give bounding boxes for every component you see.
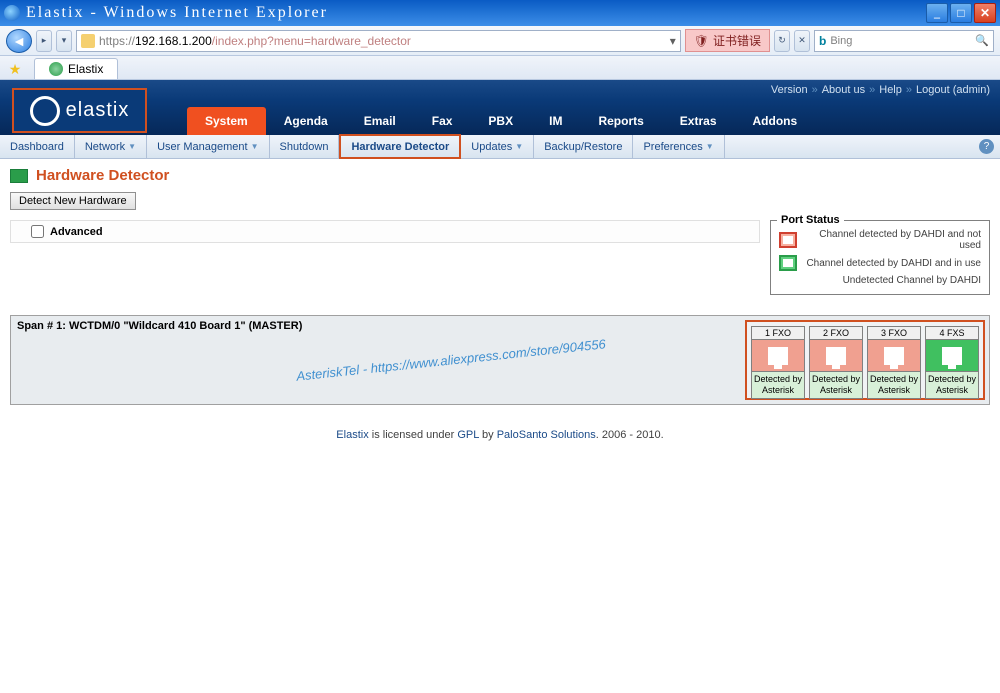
port-status-text: Detected by Asterisk: [925, 372, 979, 399]
port-label: 1 FXO: [751, 326, 805, 340]
window-titlebar: Elastix - Windows Internet Explorer _ □ …: [0, 0, 1000, 26]
chevron-down-icon: ▼: [706, 142, 714, 151]
port-status-row: Undetected Channel by DAHDI: [779, 275, 981, 286]
port-jack-icon: [809, 340, 863, 372]
link-about[interactable]: About us: [822, 84, 865, 96]
refresh-button[interactable]: ↻: [774, 30, 790, 52]
ports-box: 1 FXODetected by Asterisk2 FXODetected b…: [745, 320, 985, 400]
footer: Elastix is licensed under GPL by PaloSan…: [10, 429, 990, 441]
port-label: 3 FXO: [867, 326, 921, 340]
history-dropdown[interactable]: ▾: [56, 30, 72, 52]
app-header: elastix SystemAgendaEmailFaxPBXIMReports…: [0, 100, 1000, 135]
menu-item-reports[interactable]: Reports: [580, 107, 661, 135]
span-panel: Span # 1: WCTDM/0 "Wildcard 410 Board 1"…: [10, 315, 990, 405]
submenu-item-backup-restore[interactable]: Backup/Restore: [534, 135, 633, 158]
menu-item-extras[interactable]: Extras: [662, 107, 735, 135]
search-box[interactable]: b Bing 🔍: [814, 30, 994, 52]
menu-item-email[interactable]: Email: [346, 107, 414, 135]
port-card: 4 FXSDetected by Asterisk: [925, 326, 979, 394]
chevron-down-icon: ▼: [251, 142, 259, 151]
port-status-title: Port Status: [777, 214, 844, 226]
footer-gpl-link[interactable]: GPL: [457, 429, 479, 441]
search-icon[interactable]: 🔍: [975, 34, 989, 47]
port-status-text: Detected by Asterisk: [751, 372, 805, 399]
search-provider: Bing: [830, 35, 852, 47]
port-label: 2 FXO: [809, 326, 863, 340]
port-jack-icon: [867, 340, 921, 372]
lock-icon: [81, 34, 95, 48]
submenu-item-dashboard[interactable]: Dashboard: [0, 135, 75, 158]
submenu-item-hardware-detector[interactable]: Hardware Detector: [339, 134, 461, 159]
stop-button[interactable]: ✕: [794, 30, 810, 52]
menu-item-fax[interactable]: Fax: [414, 107, 471, 135]
menu-item-addons[interactable]: Addons: [735, 107, 816, 135]
port-card: 3 FXODetected by Asterisk: [867, 326, 921, 394]
port-status-row: Channel detected by DAHDI and in use: [779, 255, 981, 271]
footer-palosanto-link[interactable]: PaloSanto Solutions: [497, 429, 596, 441]
page-title: Hardware Detector: [36, 167, 169, 184]
help-icon[interactable]: ?: [979, 139, 994, 154]
detect-hardware-button[interactable]: Detect New Hardware: [10, 192, 136, 210]
link-help[interactable]: Help: [879, 84, 902, 96]
back-button[interactable]: ◄: [6, 29, 32, 53]
port-status-row: Channel detected by DAHDI and not used: [779, 229, 981, 251]
port-icon: [779, 255, 797, 271]
close-button[interactable]: ✕: [974, 3, 996, 23]
port-label: 4 FXS: [925, 326, 979, 340]
port-status-legend: Port Status Channel detected by DAHDI an…: [770, 220, 990, 295]
chevron-down-icon: ▼: [515, 142, 523, 151]
menu-item-system[interactable]: System: [187, 107, 266, 135]
sub-menu: DashboardNetwork▼User Management▼Shutdow…: [0, 135, 1000, 159]
url-path: /index.php?menu=hardware_detector: [212, 34, 411, 48]
maximize-button[interactable]: □: [950, 3, 972, 23]
elastix-logo[interactable]: elastix: [12, 88, 147, 133]
port-jack-icon: [925, 340, 979, 372]
submenu-item-network[interactable]: Network▼: [75, 135, 147, 158]
advanced-label: Advanced: [50, 226, 103, 238]
port-card: 1 FXODetected by Asterisk: [751, 326, 805, 394]
browser-toolbar: ◄ ▸ ▾ https:// 192.168.1.200 /index.php?…: [0, 26, 1000, 56]
advanced-row: Advanced: [10, 220, 760, 243]
menu-item-agenda[interactable]: Agenda: [266, 107, 346, 135]
submenu-item-preferences[interactable]: Preferences▼: [633, 135, 724, 158]
chevron-down-icon: ▼: [128, 142, 136, 151]
submenu-item-updates[interactable]: Updates▼: [461, 135, 534, 158]
advanced-checkbox[interactable]: [31, 225, 44, 238]
forward-button[interactable]: ▸: [36, 30, 52, 52]
watermark-text: AsteriskTel - https://www.aliexpress.com…: [296, 336, 607, 383]
link-version[interactable]: Version: [771, 84, 808, 96]
hardware-icon: [10, 169, 28, 183]
port-card: 2 FXODetected by Asterisk: [809, 326, 863, 394]
certificate-error[interactable]: 🛡 证书错误: [685, 29, 770, 52]
port-jack-icon: [751, 340, 805, 372]
tab-label: Elastix: [68, 62, 103, 76]
address-dropdown-icon[interactable]: ▾: [670, 34, 676, 48]
app-top-links: Version» About us» Help» Logout (admin): [0, 80, 1000, 100]
url-protocol: https://: [99, 34, 135, 48]
submenu-item-user-management[interactable]: User Management▼: [147, 135, 269, 158]
bing-icon: b: [819, 34, 826, 48]
minimize-button[interactable]: _: [926, 3, 948, 23]
favorites-button[interactable]: ★: [4, 59, 26, 79]
address-bar[interactable]: https:// 192.168.1.200 /index.php?menu=h…: [76, 30, 681, 52]
ie-icon: [4, 5, 20, 21]
footer-elastix-link[interactable]: Elastix: [336, 429, 368, 441]
window-title: Elastix - Windows Internet Explorer: [26, 4, 926, 22]
page-content: Hardware Detector Detect New Hardware Ad…: [0, 159, 1000, 449]
menu-item-pbx[interactable]: PBX: [470, 107, 531, 135]
menu-item-im[interactable]: IM: [531, 107, 580, 135]
port-status-text: Detected by Asterisk: [867, 372, 921, 399]
browser-tab-strip: ★ Elastix: [0, 56, 1000, 80]
port-status-text: Detected by Asterisk: [809, 372, 863, 399]
browser-tab[interactable]: Elastix: [34, 58, 118, 79]
link-logout[interactable]: Logout (admin): [916, 84, 990, 96]
main-menu: SystemAgendaEmailFaxPBXIMReportsExtrasAd…: [187, 100, 815, 135]
tab-favicon: [49, 62, 63, 76]
port-icon: [779, 232, 797, 248]
shield-icon: 🛡: [694, 34, 709, 48]
submenu-item-shutdown[interactable]: Shutdown: [270, 135, 340, 158]
url-host: 192.168.1.200: [135, 34, 212, 48]
